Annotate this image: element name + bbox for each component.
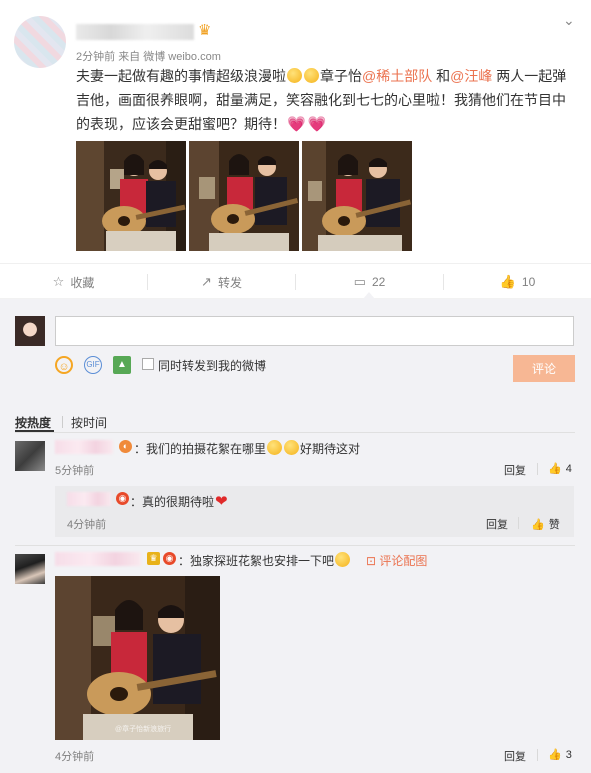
- post-image[interactable]: [302, 141, 412, 251]
- comment-text-segment: 好期待这对: [300, 442, 361, 456]
- image-upload-icon[interactable]: ▲: [113, 356, 131, 374]
- forward-button[interactable]: ↗ 转发: [148, 264, 295, 300]
- chevron-down-icon[interactable]: ⌄: [563, 13, 575, 27]
- reply-button[interactable]: 回复: [486, 516, 508, 532]
- collect-label: 收藏: [70, 275, 95, 290]
- forward-checkbox[interactable]: [142, 358, 154, 370]
- mention-link[interactable]: @汪峰: [450, 68, 492, 84]
- comment-sort-bar: 按热度 按时间: [0, 406, 591, 434]
- emoji-smile-icon[interactable]: ☺: [55, 356, 73, 374]
- author-name-blurred[interactable]: [76, 24, 194, 40]
- reply-like-button[interactable]: 👍 赞: [531, 516, 560, 532]
- comment-time: 5分钟前: [55, 465, 95, 477]
- commenter-name-blurred[interactable]: [55, 440, 113, 454]
- star-icon: ☆: [52, 274, 65, 289]
- thumbs-up-icon: 👍: [548, 463, 562, 475]
- heart-emoji-icon: 💗: [287, 116, 306, 133]
- level-badge-icon: ◉: [116, 492, 129, 505]
- thumbs-up-icon: 👍: [548, 749, 562, 761]
- wink-emoji-icon: [335, 552, 351, 567]
- thumbs-up-icon: 👍: [531, 519, 545, 531]
- divider: [518, 517, 519, 529]
- vip-crown-icon: ♛: [198, 22, 212, 39]
- my-avatar[interactable]: [15, 316, 45, 346]
- active-tab-caret: [363, 292, 375, 299]
- forward-checkbox-label[interactable]: 同时转发到我的微博: [158, 357, 266, 374]
- comment-like-count: 3: [565, 749, 572, 761]
- comment-image-tag[interactable]: ⊡ 评论配图: [366, 552, 427, 569]
- post-text-segment: 章子怡: [320, 68, 362, 84]
- source-link[interactable]: 微博 weibo.com: [143, 51, 221, 63]
- post-meta: 2分钟前 来自 微博 weibo.com: [76, 48, 221, 64]
- shy-emoji-icon: [267, 440, 283, 455]
- reply-time: 4分钟前: [67, 519, 107, 531]
- post-text: 夫妻一起做有趣的事情超级浪漫啦 章子怡@稀土部队 和@汪峰 两人一起弹吉他，画面很…: [76, 64, 574, 137]
- vip-badge-icon: ♛: [147, 552, 160, 565]
- comment-text-segment: ：独家探班花絮也安排一下吧: [178, 554, 335, 568]
- shy-emoji-icon: [284, 440, 300, 455]
- divider: [15, 545, 575, 546]
- image-tag-icon: ⊡: [366, 554, 377, 568]
- red-heart-icon: ❤: [215, 493, 228, 510]
- post-action-bar: ☆ 收藏 ↗ 转发 ▭ 22 👍 10: [0, 263, 591, 299]
- mention-link[interactable]: @稀土部队: [362, 68, 432, 84]
- reply-button[interactable]: 回复: [504, 462, 526, 478]
- submit-comment-button[interactable]: 评论: [513, 355, 575, 382]
- reply-text: ：真的很期待啦❤: [130, 492, 229, 510]
- heart-emoji-icon: 💗: [307, 116, 327, 133]
- comment-image-tag-label: 评论配图: [379, 554, 428, 568]
- divider: [537, 463, 538, 475]
- comment-like-button[interactable]: 👍 3: [548, 748, 572, 761]
- forward-label: 转发: [217, 275, 242, 290]
- surprised-emoji-icon: [304, 68, 319, 83]
- from-label: 来自: [118, 51, 141, 63]
- divider: [15, 432, 575, 433]
- gif-icon[interactable]: GIF: [84, 356, 102, 374]
- sort-by-hot[interactable]: 按热度: [15, 414, 51, 431]
- comment-input[interactable]: [55, 316, 574, 346]
- commenter-avatar[interactable]: [15, 554, 45, 584]
- forward-icon: ↗: [201, 274, 212, 289]
- like-count: 10: [521, 275, 536, 289]
- comment-text-segment: ：我们的拍摄花絮在哪里: [134, 442, 267, 456]
- post-time[interactable]: 2分钟前: [76, 51, 115, 63]
- author-avatar[interactable]: [14, 16, 66, 68]
- surprised-emoji-icon: [287, 68, 302, 83]
- commenter-name-blurred[interactable]: [55, 552, 141, 566]
- level-badge-icon: ◉: [163, 552, 176, 565]
- comment-icon: ▭: [353, 274, 366, 289]
- commenter-avatar[interactable]: [15, 441, 45, 471]
- comment-image[interactable]: @章子怡新浪旅行: [55, 576, 220, 740]
- level-badge-icon: ◐: [119, 440, 132, 453]
- post-text-segment: 和: [432, 68, 451, 84]
- weibo-post: ♛ ⌄ 2分钟前 来自 微博 weibo.com 夫妻一起做有趣的事情超级浪漫啦…: [0, 0, 591, 263]
- collect-button[interactable]: ☆ 收藏: [0, 264, 147, 300]
- image-watermark: @章子怡新浪旅行: [115, 726, 172, 733]
- like-label: 赞: [548, 519, 560, 531]
- divider: [62, 416, 63, 428]
- divider: [537, 749, 538, 761]
- thumbs-up-icon: 👍: [499, 274, 516, 289]
- comment-like-button[interactable]: 👍 4: [548, 462, 572, 475]
- comment-text: ：我们的拍摄花絮在哪里 好期待这对: [134, 440, 360, 457]
- sort-by-time[interactable]: 按时间: [71, 414, 107, 431]
- replier-name-blurred[interactable]: [67, 492, 111, 506]
- like-button[interactable]: 👍 10: [444, 264, 591, 300]
- post-image[interactable]: [189, 141, 299, 251]
- reply-text-segment: ：真的很期待啦: [130, 495, 215, 509]
- post-image[interactable]: [76, 141, 186, 251]
- comment-text: ：独家探班花絮也安排一下吧: [178, 552, 351, 569]
- comment-like-count: 4: [565, 463, 572, 475]
- reply-button[interactable]: 回复: [504, 748, 526, 764]
- comment-time: 4分钟前: [55, 751, 95, 763]
- post-text-segment: 夫妻一起做有趣的事情超级浪漫啦: [76, 68, 286, 84]
- comment-count: 22: [371, 275, 386, 289]
